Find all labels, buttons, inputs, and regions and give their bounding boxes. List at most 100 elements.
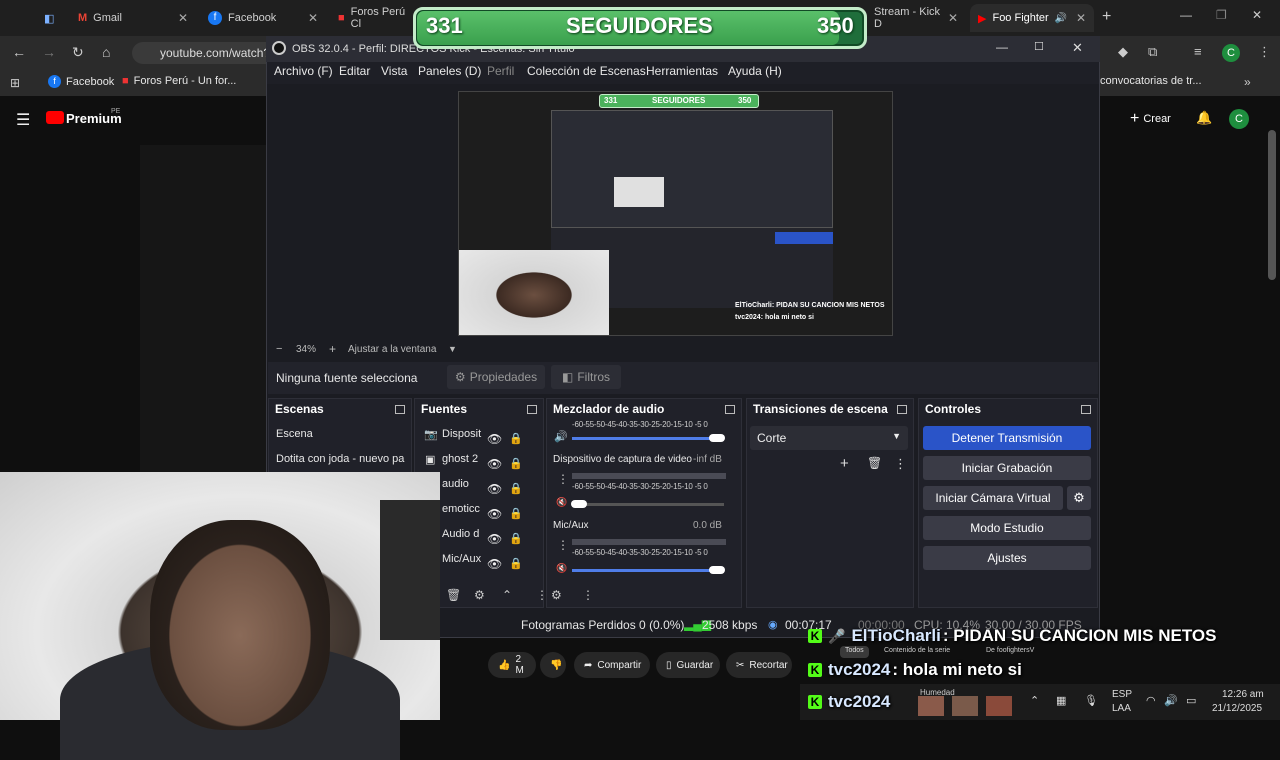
undock-icon[interactable] — [897, 405, 907, 414]
new-tab-button[interactable]: + — [1102, 8, 1111, 26]
menu-perfil[interactable]: Perfil — [487, 64, 514, 78]
obs-close-icon[interactable]: ✕ — [1072, 40, 1083, 56]
volume-slider[interactable] — [572, 503, 724, 506]
bookmark-facebook[interactable]: f Facebook — [48, 75, 114, 88]
taskbar-app-thumbnail[interactable] — [986, 696, 1012, 716]
extension-icon[interactable]: ◆ — [1118, 44, 1128, 60]
hamburger-menu-icon[interactable]: ☰ — [16, 110, 30, 130]
taskbar-app-thumbnail[interactable] — [952, 696, 978, 716]
taskbar-app-thumbnail[interactable] — [918, 696, 944, 716]
close-icon[interactable]: ✕ — [948, 11, 958, 25]
profile-avatar[interactable]: C — [1222, 44, 1240, 62]
volume-slider[interactable] — [572, 569, 724, 572]
url-input[interactable]: youtube.com/watch? — [132, 42, 282, 64]
tab-facebook[interactable]: f Facebook ✕ — [200, 4, 326, 32]
lock-icons[interactable]: 🔒 🔒 🔒 🔒 🔒 🔒 — [509, 427, 523, 577]
tab-foo-fighters[interactable]: ▶ Foo Fighter 🔊 ✕ — [970, 4, 1094, 32]
notifications-bell-icon[interactable]: 🔔 — [1196, 110, 1212, 126]
extensions-puzzle-icon[interactable]: ⧉ — [1148, 44, 1157, 60]
like-button[interactable]: 👍 2 M — [488, 652, 536, 678]
clock-date[interactable]: 21/12/2025 — [1212, 703, 1262, 714]
settings-button[interactable]: Ajustes — [923, 546, 1091, 570]
share-button[interactable]: ➦ Compartir — [574, 652, 650, 678]
youtube-logo-icon[interactable] — [46, 111, 64, 124]
muted-speaker-icon[interactable]: 🔇 — [556, 497, 567, 508]
language-indicator[interactable]: ESP — [1112, 689, 1132, 700]
home-icon[interactable]: ⌂ — [102, 44, 110, 60]
fit-window-label[interactable]: Ajustar a la ventana — [348, 344, 436, 355]
tab-search-icon[interactable]: ◧ — [36, 4, 58, 32]
menu-paneles[interactable]: Paneles (D) — [418, 64, 481, 78]
obs-minimize-icon[interactable]: — — [996, 40, 1008, 54]
transition-select[interactable]: Corte ▼ — [750, 426, 908, 450]
volume-slider-handle[interactable] — [709, 566, 725, 574]
scene-item[interactable]: Dotita con joda - nuevo pa — [276, 453, 404, 465]
chevron-up-icon[interactable]: ⌃ — [502, 588, 512, 602]
undock-icon[interactable] — [1081, 405, 1091, 414]
chevron-right-icon[interactable]: » — [1244, 75, 1251, 89]
bookmark-foros[interactable]: ■ Foros Perú - Un for... — [122, 75, 236, 87]
forward-icon[interactable]: → — [42, 44, 56, 60]
trash-icon[interactable]: 🗑 — [867, 456, 882, 470]
more-icon[interactable]: ⋮ — [582, 588, 594, 602]
wifi-icon[interactable]: ◠ — [1146, 694, 1156, 707]
obs-maximize-icon[interactable]: ☐ — [1034, 40, 1044, 53]
chip-foofighters[interactable]: De foofightersV — [986, 647, 1034, 654]
tab-gmail[interactable]: M Gmail ✕ — [70, 4, 196, 32]
channel-menu-icon[interactable]: ⋮ — [557, 472, 569, 486]
muted-speaker-icon[interactable]: 🔇 — [556, 563, 567, 574]
save-button[interactable]: ▯ Guardar — [656, 652, 720, 678]
chip-all[interactable]: Todos — [840, 646, 869, 658]
gear-icon[interactable]: ⚙ — [474, 588, 485, 602]
tab-kick[interactable]: Stream - Kick D ✕ — [866, 4, 966, 32]
minimize-icon[interactable]: — — [1180, 8, 1192, 22]
battery-icon[interactable]: ▭ — [1186, 694, 1196, 707]
speaker-icon[interactable]: 🔊 — [554, 430, 568, 443]
dislike-button[interactable]: 👎 — [540, 652, 566, 678]
studio-mode-button[interactable]: Modo Estudio — [923, 516, 1091, 540]
volume-icon[interactable]: 🔊 — [1164, 694, 1178, 707]
channel-menu-icon[interactable]: ⋮ — [557, 538, 569, 552]
preview-canvas[interactable]: 331 SEGUIDORES 350 ElTioCharli: PIDAN SU… — [458, 91, 893, 336]
undock-icon[interactable] — [395, 405, 405, 414]
visibility-eye-icons[interactable]: 👁 👁 👁 👁 👁 👁 — [487, 427, 502, 577]
clip-button[interactable]: ✂ Recortar — [726, 652, 792, 678]
menu-editar[interactable]: Editar — [339, 64, 370, 78]
volume-slider[interactable] — [572, 437, 724, 440]
youtube-avatar[interactable]: C — [1229, 109, 1249, 129]
source-item[interactable]: audio — [442, 478, 469, 490]
reload-icon[interactable]: ↻ — [72, 44, 84, 61]
create-button[interactable]: + Crear — [1130, 110, 1171, 128]
menu-herramientas[interactable]: Herramientas — [646, 64, 718, 78]
zoom-out-button[interactable]: − — [276, 343, 282, 355]
close-icon[interactable]: ✕ — [1076, 11, 1086, 25]
scene-item[interactable]: Escena — [276, 428, 313, 440]
properties-button[interactable]: ⚙ Propiedades — [447, 365, 545, 389]
source-item[interactable]: ghost 2 — [442, 453, 478, 465]
close-window-icon[interactable]: ✕ — [1252, 8, 1262, 22]
menu-vista[interactable]: Vista — [381, 64, 407, 78]
trash-icon[interactable]: 🗑 — [446, 588, 461, 602]
close-icon[interactable]: ✕ — [178, 11, 188, 25]
back-icon[interactable]: ← — [12, 44, 26, 60]
undock-icon[interactable] — [725, 405, 735, 414]
undock-icon[interactable] — [527, 405, 537, 414]
bookmark-convocatorias[interactable]: convocatorias de tr... — [1100, 75, 1202, 87]
add-transition-icon[interactable]: + — [840, 455, 849, 472]
close-icon[interactable]: ✕ — [308, 11, 318, 25]
source-item[interactable]: Audio d — [442, 528, 479, 540]
chevron-down-icon[interactable]: ▼ — [448, 344, 457, 354]
menu-archivo[interactable]: Archivo (F) — [274, 64, 333, 78]
tray-app-icon[interactable]: ▦ — [1056, 694, 1066, 707]
page-scrollbar[interactable] — [1268, 130, 1276, 280]
clock-time[interactable]: 12:26 am — [1222, 689, 1264, 700]
source-item[interactable]: Mic/Aux — [442, 553, 481, 565]
start-recording-button[interactable]: Iniciar Grabación — [923, 456, 1091, 480]
menu-coleccion[interactable]: Colección de Escenas — [527, 64, 646, 78]
source-item[interactable]: Disposit — [442, 428, 481, 440]
mixer-settings-icon[interactable]: ⚙ — [551, 588, 562, 602]
zoom-in-button[interactable]: + — [329, 342, 336, 356]
stop-streaming-button[interactable]: Detener Transmisión — [923, 426, 1091, 450]
start-virtual-camera-button[interactable]: Iniciar Cámara Virtual — [923, 486, 1063, 510]
keyboard-layout[interactable]: LAA — [1112, 703, 1131, 714]
